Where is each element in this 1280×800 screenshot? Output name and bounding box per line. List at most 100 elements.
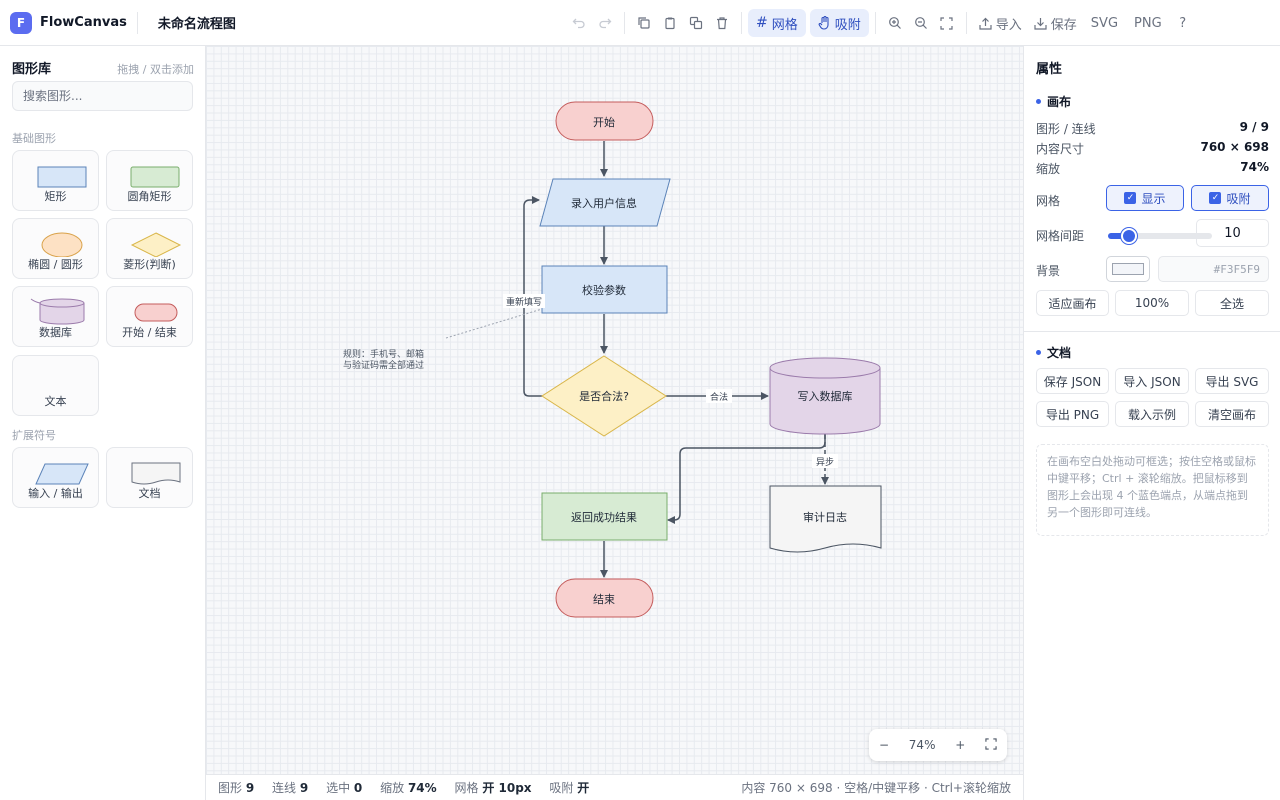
zoom-in-small-button[interactable]: + (955, 738, 965, 752)
zoom-100-button[interactable]: 100% (1115, 290, 1189, 316)
app-name: FlowCanvas (40, 15, 127, 30)
shape-tile-terminal[interactable]: 开始 / 结束 (106, 286, 193, 347)
grid-spacing-label: 网格间距 (1036, 229, 1085, 243)
shape-tile-label: 菱形(判断) (123, 258, 176, 271)
rounded-rect-icon (130, 166, 180, 188)
zoom-out-button[interactable] (908, 9, 934, 37)
zoom-out-icon (914, 17, 927, 29)
fit-screen-button[interactable] (934, 9, 960, 37)
shape-tile-text[interactable]: 文本 (12, 355, 99, 416)
fit-view-button[interactable] (985, 737, 997, 753)
fit-canvas-button[interactable]: 适应画布 (1036, 290, 1109, 316)
shape-tile-label: 矩形 (44, 190, 67, 203)
save-button[interactable]: 保存 (1028, 9, 1083, 37)
grid-label: 网格 (1036, 194, 1061, 208)
load-example-button[interactable]: 载入示例 (1115, 401, 1189, 427)
properties-title: 属性 (1036, 62, 1063, 77)
delete-button[interactable] (709, 9, 735, 37)
paste-button[interactable] (657, 9, 683, 37)
node-input[interactable]: 录入用户信息 (539, 178, 671, 227)
export-png-doc-button[interactable]: 导出 PNG (1036, 401, 1109, 427)
export-png-button[interactable]: PNG (1126, 9, 1170, 37)
undo-button[interactable] (566, 9, 592, 37)
rectangle-icon (37, 166, 87, 188)
status-snap: 吸附 开 (549, 781, 590, 795)
node-database[interactable]: 写入数据库 (769, 357, 881, 435)
node-result-label: 返回成功结果 (571, 511, 637, 524)
help-button[interactable]: ? (1170, 9, 1196, 37)
shape-tile-io[interactable]: 输入 / 输出 (12, 447, 99, 508)
ellipse-icon (41, 232, 83, 257)
node-input-label: 录入用户信息 (571, 196, 637, 210)
duplicate-button[interactable] (683, 9, 709, 37)
shape-search-input[interactable] (12, 81, 193, 111)
shape-tile-diamond[interactable]: 菱形(判断) (106, 218, 193, 279)
node-audit-log[interactable]: 审计日志 (769, 485, 882, 553)
divider (136, 11, 138, 34)
node-decision-label: 是否合法? (579, 389, 629, 403)
node-result[interactable]: 返回成功结果 (541, 492, 668, 541)
node-start[interactable]: 开始 (555, 101, 654, 141)
edge-label-legal[interactable]: 合法 (706, 389, 732, 403)
status-shapes: 图形 9 (218, 781, 255, 795)
save-json-button[interactable]: 保存 JSON (1036, 368, 1109, 394)
node-validate-label: 校验参数 (582, 283, 626, 297)
note-connector (445, 308, 543, 339)
divider (874, 12, 876, 34)
shape-tile-rectangle[interactable]: 矩形 (12, 150, 99, 211)
zoom-control: − 74% + (869, 729, 1007, 761)
node-validate[interactable]: 校验参数 (541, 265, 668, 314)
shape-tile-database[interactable]: 数据库 (12, 286, 99, 347)
note-text[interactable]: 规则：手机号、邮箱 与验证码需全部通过 (343, 348, 424, 371)
import-button[interactable]: 导入 (973, 9, 1028, 37)
flowchart-diagram: 开始 录入用户信息 校验参数 是否合法? 写入数据库 返回成功结果 审计日志 结… (343, 101, 882, 618)
zoom-in-button[interactable] (882, 9, 908, 37)
copy-button[interactable] (631, 9, 657, 37)
select-all-button[interactable]: 全选 (1195, 290, 1269, 316)
parallelogram-icon (35, 463, 89, 485)
document-section-heading: 文档 (1036, 344, 1071, 361)
export-svg-doc-button[interactable]: 导出 SVG (1195, 368, 1269, 394)
document-title[interactable]: 未命名流程图 (158, 13, 236, 32)
node-decision[interactable]: 是否合法? (541, 355, 667, 437)
snap-toggle-button[interactable]: 吸附 (809, 9, 869, 37)
import-label: 导入 (995, 17, 1022, 33)
check-icon: ✓ (1209, 192, 1222, 204)
top-toolbar: F FlowCanvas 未命名流程图 # 网格 吸附 导入 保存 SVG PN… (0, 0, 1280, 46)
fullscreen-icon (940, 16, 953, 30)
app-logo: F (10, 11, 32, 34)
shape-tile-document[interactable]: 文档 (106, 447, 193, 508)
grid-toggle-button[interactable]: # 网格 (748, 9, 806, 37)
shape-tile-rounded-rect[interactable]: 圆角矩形 (106, 150, 193, 211)
zoom-in-icon (888, 17, 901, 29)
grid-snap-checkbox[interactable]: ✓ 吸附 (1191, 185, 1269, 211)
save-label: 保存 (1050, 17, 1077, 33)
node-audit-log-label: 审计日志 (803, 510, 847, 524)
zoom-out-small-button[interactable]: − (879, 738, 889, 752)
grid-spacing-input[interactable]: 10 (1196, 219, 1269, 247)
node-start-label: 开始 (593, 115, 615, 129)
clear-canvas-button[interactable]: 清空画布 (1195, 401, 1269, 427)
export-svg-button[interactable]: SVG (1083, 9, 1126, 37)
node-end[interactable]: 结束 (555, 578, 654, 618)
status-zoom: 缩放 74% (380, 781, 437, 795)
grid-icon: # (756, 15, 768, 31)
slider-handle[interactable] (1121, 228, 1137, 244)
shape-tile-ellipse[interactable]: 椭圆 / 圆形 (12, 218, 99, 279)
edge-label-refill[interactable]: 重新填写 (503, 294, 545, 308)
copy-icon (638, 17, 650, 29)
status-stats: 图形 9 连线 9 选中 0 缩放 74% 网格 开 10px 吸附 开 (218, 779, 603, 796)
duplicate-icon (689, 16, 703, 30)
edge-label-legal-text: 合法 (710, 391, 728, 403)
divider (1024, 331, 1280, 332)
flowchart-canvas[interactable]: 开始 录入用户信息 校验参数 是否合法? 写入数据库 返回成功结果 审计日志 结… (206, 46, 1023, 774)
background-color-swatch[interactable] (1106, 256, 1150, 282)
background-hex-input[interactable]: #F3F5F9 (1158, 256, 1269, 282)
status-grid: 网格 开 10px (454, 781, 532, 795)
redo-button[interactable] (592, 9, 618, 37)
edge-label-refill-text: 重新填写 (506, 296, 542, 308)
import-json-button[interactable]: 导入 JSON (1115, 368, 1189, 394)
prop-shapes-edges: 图形 / 连线 9 / 9 (1036, 120, 1269, 136)
grid-show-checkbox[interactable]: ✓ 显示 (1106, 185, 1184, 211)
edge-label-async[interactable]: 异步 (812, 454, 838, 468)
